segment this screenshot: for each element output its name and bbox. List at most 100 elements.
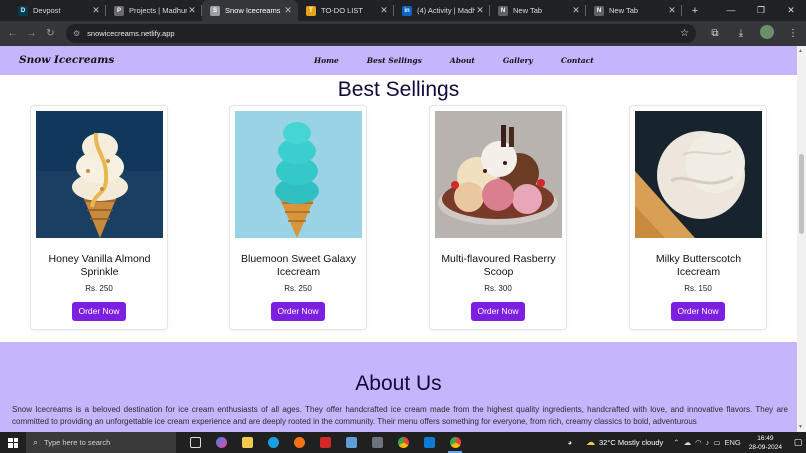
notification-icon[interactable]: ▢ [790, 437, 806, 448]
new-tab-button[interactable]: + [688, 5, 702, 17]
calculator-icon[interactable] [364, 432, 390, 453]
cloud-icon: ☁ [586, 437, 595, 447]
acrobat-icon[interactable] [312, 432, 338, 453]
address-bar[interactable]: ⚙ snowicecreams.netlify.app ☆ [66, 24, 696, 43]
order-now-button[interactable]: Order Now [72, 302, 126, 321]
product-image-honey-vanilla [36, 111, 163, 238]
about-paragraph: Snow Icecreams is a beloved destination … [12, 405, 788, 426]
vscode-icon[interactable] [416, 432, 442, 453]
browser-tab[interactable]: S Snow Icecreams ✕ [202, 0, 298, 21]
browser-tab[interactable]: N New Tab ✕ [490, 0, 586, 21]
page-viewport: Snow Icecreams Home Best Sellings About … [0, 46, 797, 432]
tab-separator [681, 5, 682, 16]
scroll-thumb[interactable] [799, 154, 804, 234]
scroll-down-arrow-icon[interactable]: ▼ [798, 424, 803, 430]
close-window-button[interactable]: ✕ [776, 0, 806, 21]
tab-title: New Tab [513, 6, 543, 15]
back-button[interactable]: ← [3, 28, 22, 39]
volume-icon[interactable]: ♪ [706, 438, 710, 447]
onedrive-icon[interactable]: ☁ [684, 438, 692, 447]
forward-button[interactable]: → [22, 28, 41, 39]
product-price: Rs. 250 [85, 284, 113, 293]
nav-link-about[interactable]: About [450, 56, 475, 65]
browser-tab[interactable]: in (4) Activity | Madhumitha✕ [394, 0, 490, 21]
site-info-icon[interactable]: ⚙ [73, 29, 80, 38]
page-scrollbar[interactable]: ▲ ▼ [797, 46, 806, 432]
tab-favicon-icon: P [114, 5, 124, 16]
chrome-icon[interactable] [390, 432, 416, 453]
product-card: Milky Butterscotch Icecream Rs. 150 Orde… [629, 105, 767, 330]
product-cards: Honey Vanilla Almond Sprinkle Rs. 250 Or… [0, 105, 797, 330]
window-controls: — ❐ ✕ [716, 0, 806, 21]
best-sellings-heading: Best Sellings [337, 78, 460, 101]
browser-tab[interactable]: P Projects | Madhumitha✕ [106, 0, 202, 21]
windows-taskbar: ⌕ Type here to search ◕ ☁ 32°C Mostly cl… [0, 432, 806, 453]
tab-favicon-icon: N [498, 5, 508, 16]
chrome-profile-icon[interactable] [442, 432, 468, 453]
tab-close-icon[interactable]: ✕ [187, 5, 197, 16]
weather-widget[interactable]: ☁ 32°C Mostly cloudy [586, 437, 663, 448]
tab-close-icon[interactable]: ✕ [379, 5, 389, 16]
browser-tab[interactable]: T TO-DO LIST ✕ [298, 0, 394, 21]
product-name: Milky Butterscotch Icecream [655, 253, 742, 278]
start-button[interactable] [0, 437, 26, 448]
product-card: Honey Vanilla Almond Sprinkle Rs. 250 Or… [30, 105, 168, 330]
wifi-icon[interactable]: ◠ [695, 438, 702, 447]
file-explorer-icon[interactable] [234, 432, 260, 453]
brand-logo[interactable]: Snow Icecreams [19, 54, 114, 66]
product-image-multi-flavoured [435, 111, 562, 238]
site-navbar: Snow Icecreams Home Best Sellings About … [0, 46, 797, 75]
product-name: Bluemoon Sweet Galaxy Icecream [241, 253, 356, 278]
download-icon[interactable]: ⤓ [728, 28, 754, 39]
tab-title: New Tab [609, 6, 639, 15]
weather-desc: Mostly cloudy [617, 438, 664, 447]
order-now-button[interactable]: Order Now [671, 302, 725, 321]
tab-close-icon[interactable]: ✕ [667, 5, 677, 16]
battery-icon[interactable]: ▭ [713, 438, 720, 447]
nav-link-home[interactable]: Home [314, 56, 339, 65]
about-section: About Us Snow Icecreams is a beloved des… [0, 342, 797, 432]
tab-title: Projects | Madhumitha [129, 6, 187, 15]
browser-tab-strip: DDevpost✕PProjects | Madhumitha✕SSnow Ic… [0, 0, 806, 21]
minimize-button[interactable]: — [716, 0, 746, 21]
search-placeholder: Type here to search [44, 438, 111, 447]
reload-button[interactable]: ↻ [41, 28, 60, 39]
profile-avatar[interactable] [754, 25, 780, 42]
clock[interactable]: 16:49 28-09-2024 [749, 434, 782, 452]
tab-favicon-icon: in [402, 5, 412, 16]
nav-link-gallery[interactable]: Gallery [503, 56, 533, 65]
product-price: Rs. 250 [284, 284, 312, 293]
windows-logo-icon [8, 437, 18, 448]
product-card: Multi-flavoured Rasberry Scoop Rs. 300 O… [429, 105, 567, 330]
clock-date: 28-09-2024 [748, 443, 782, 451]
tab-favicon-icon: S [210, 5, 220, 16]
firefox-icon[interactable] [286, 432, 312, 453]
product-price: Rs. 150 [684, 284, 712, 293]
bookmark-star-icon[interactable]: ☆ [680, 28, 689, 39]
browser-tab[interactable]: N New Tab ✕ [586, 0, 682, 21]
copilot-tray-icon[interactable]: ◕ [567, 438, 572, 447]
edge-icon[interactable] [260, 432, 286, 453]
tab-close-icon[interactable]: ✕ [571, 5, 581, 16]
order-now-button[interactable]: Order Now [271, 302, 325, 321]
nav-link-contact[interactable]: Contact [561, 56, 594, 65]
order-now-button[interactable]: Order Now [471, 302, 525, 321]
chevron-up-icon[interactable]: ⌃ [673, 438, 679, 447]
notepad-icon[interactable] [338, 432, 364, 453]
restore-button[interactable]: ❐ [746, 0, 776, 21]
tab-close-icon[interactable]: ✕ [475, 5, 485, 16]
tab-title: (4) Activity | Madhumitha [417, 6, 475, 15]
tab-favicon-icon: D [18, 5, 28, 16]
tab-close-icon[interactable]: ✕ [91, 5, 101, 16]
extensions-icon[interactable]: ⧉ [702, 28, 728, 39]
browser-tab[interactable]: D Devpost ✕ [10, 0, 106, 21]
product-name: Multi-flavoured Rasberry Scoop [441, 253, 556, 278]
menu-icon[interactable]: ⋮ [780, 28, 806, 39]
scroll-up-arrow-icon[interactable]: ▲ [798, 48, 803, 54]
task-view-icon[interactable] [182, 432, 208, 453]
nav-link-best-sellings[interactable]: Best Sellings [367, 56, 422, 65]
taskbar-search-box[interactable]: ⌕ Type here to search [26, 432, 176, 453]
language-indicator[interactable]: ENG [724, 438, 740, 447]
tab-close-icon[interactable]: ✕ [283, 5, 293, 16]
copilot-icon[interactable] [208, 432, 234, 453]
